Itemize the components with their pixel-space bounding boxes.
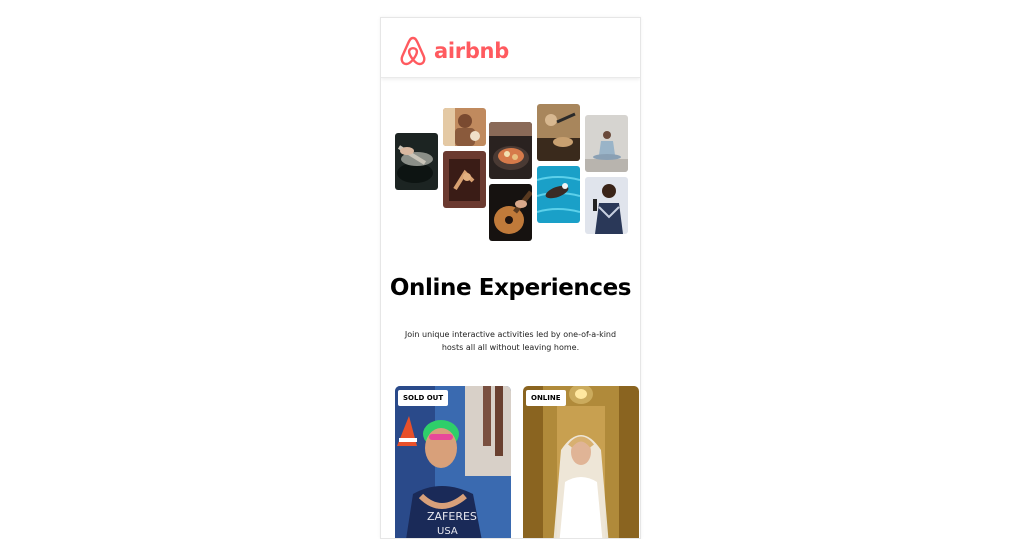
cooking-pot-photo (395, 133, 438, 190)
swimmer-experience-card[interactable]: ZAFERES USA SOLD OUT (395, 386, 511, 538)
food-bowl-photo (489, 122, 532, 179)
brand-name: airbnb (434, 39, 509, 63)
top-header: airbnb (381, 18, 640, 78)
swimmer-photo: ZAFERES USA (395, 386, 511, 538)
online-badge: ONLINE (526, 390, 566, 406)
mobile-frame: airbnb Online Experiences Join unique in… (380, 17, 641, 539)
svg-text:USA: USA (437, 526, 458, 537)
guitar-playing-photo (489, 184, 532, 241)
bride-experience-card[interactable]: ONLINE (523, 386, 639, 538)
airbnb-belo-icon (400, 36, 426, 66)
host-portrait-photo (443, 108, 486, 146)
workshop-table-photo (537, 104, 580, 161)
sold-out-badge: SOLD OUT (398, 390, 449, 406)
page-subtitle: Join unique interactive activities led b… (404, 330, 617, 352)
svg-text:ZAFERES: ZAFERES (427, 510, 477, 523)
meditation-photo (585, 115, 628, 172)
airbnb-logo[interactable]: airbnb (398, 35, 509, 67)
bride-photo (523, 386, 639, 538)
page-title: Online Experiences (389, 275, 632, 301)
crafting-hands-photo (443, 151, 486, 208)
singer-performer-photo (585, 177, 628, 234)
swimming-pool-photo (537, 166, 580, 223)
